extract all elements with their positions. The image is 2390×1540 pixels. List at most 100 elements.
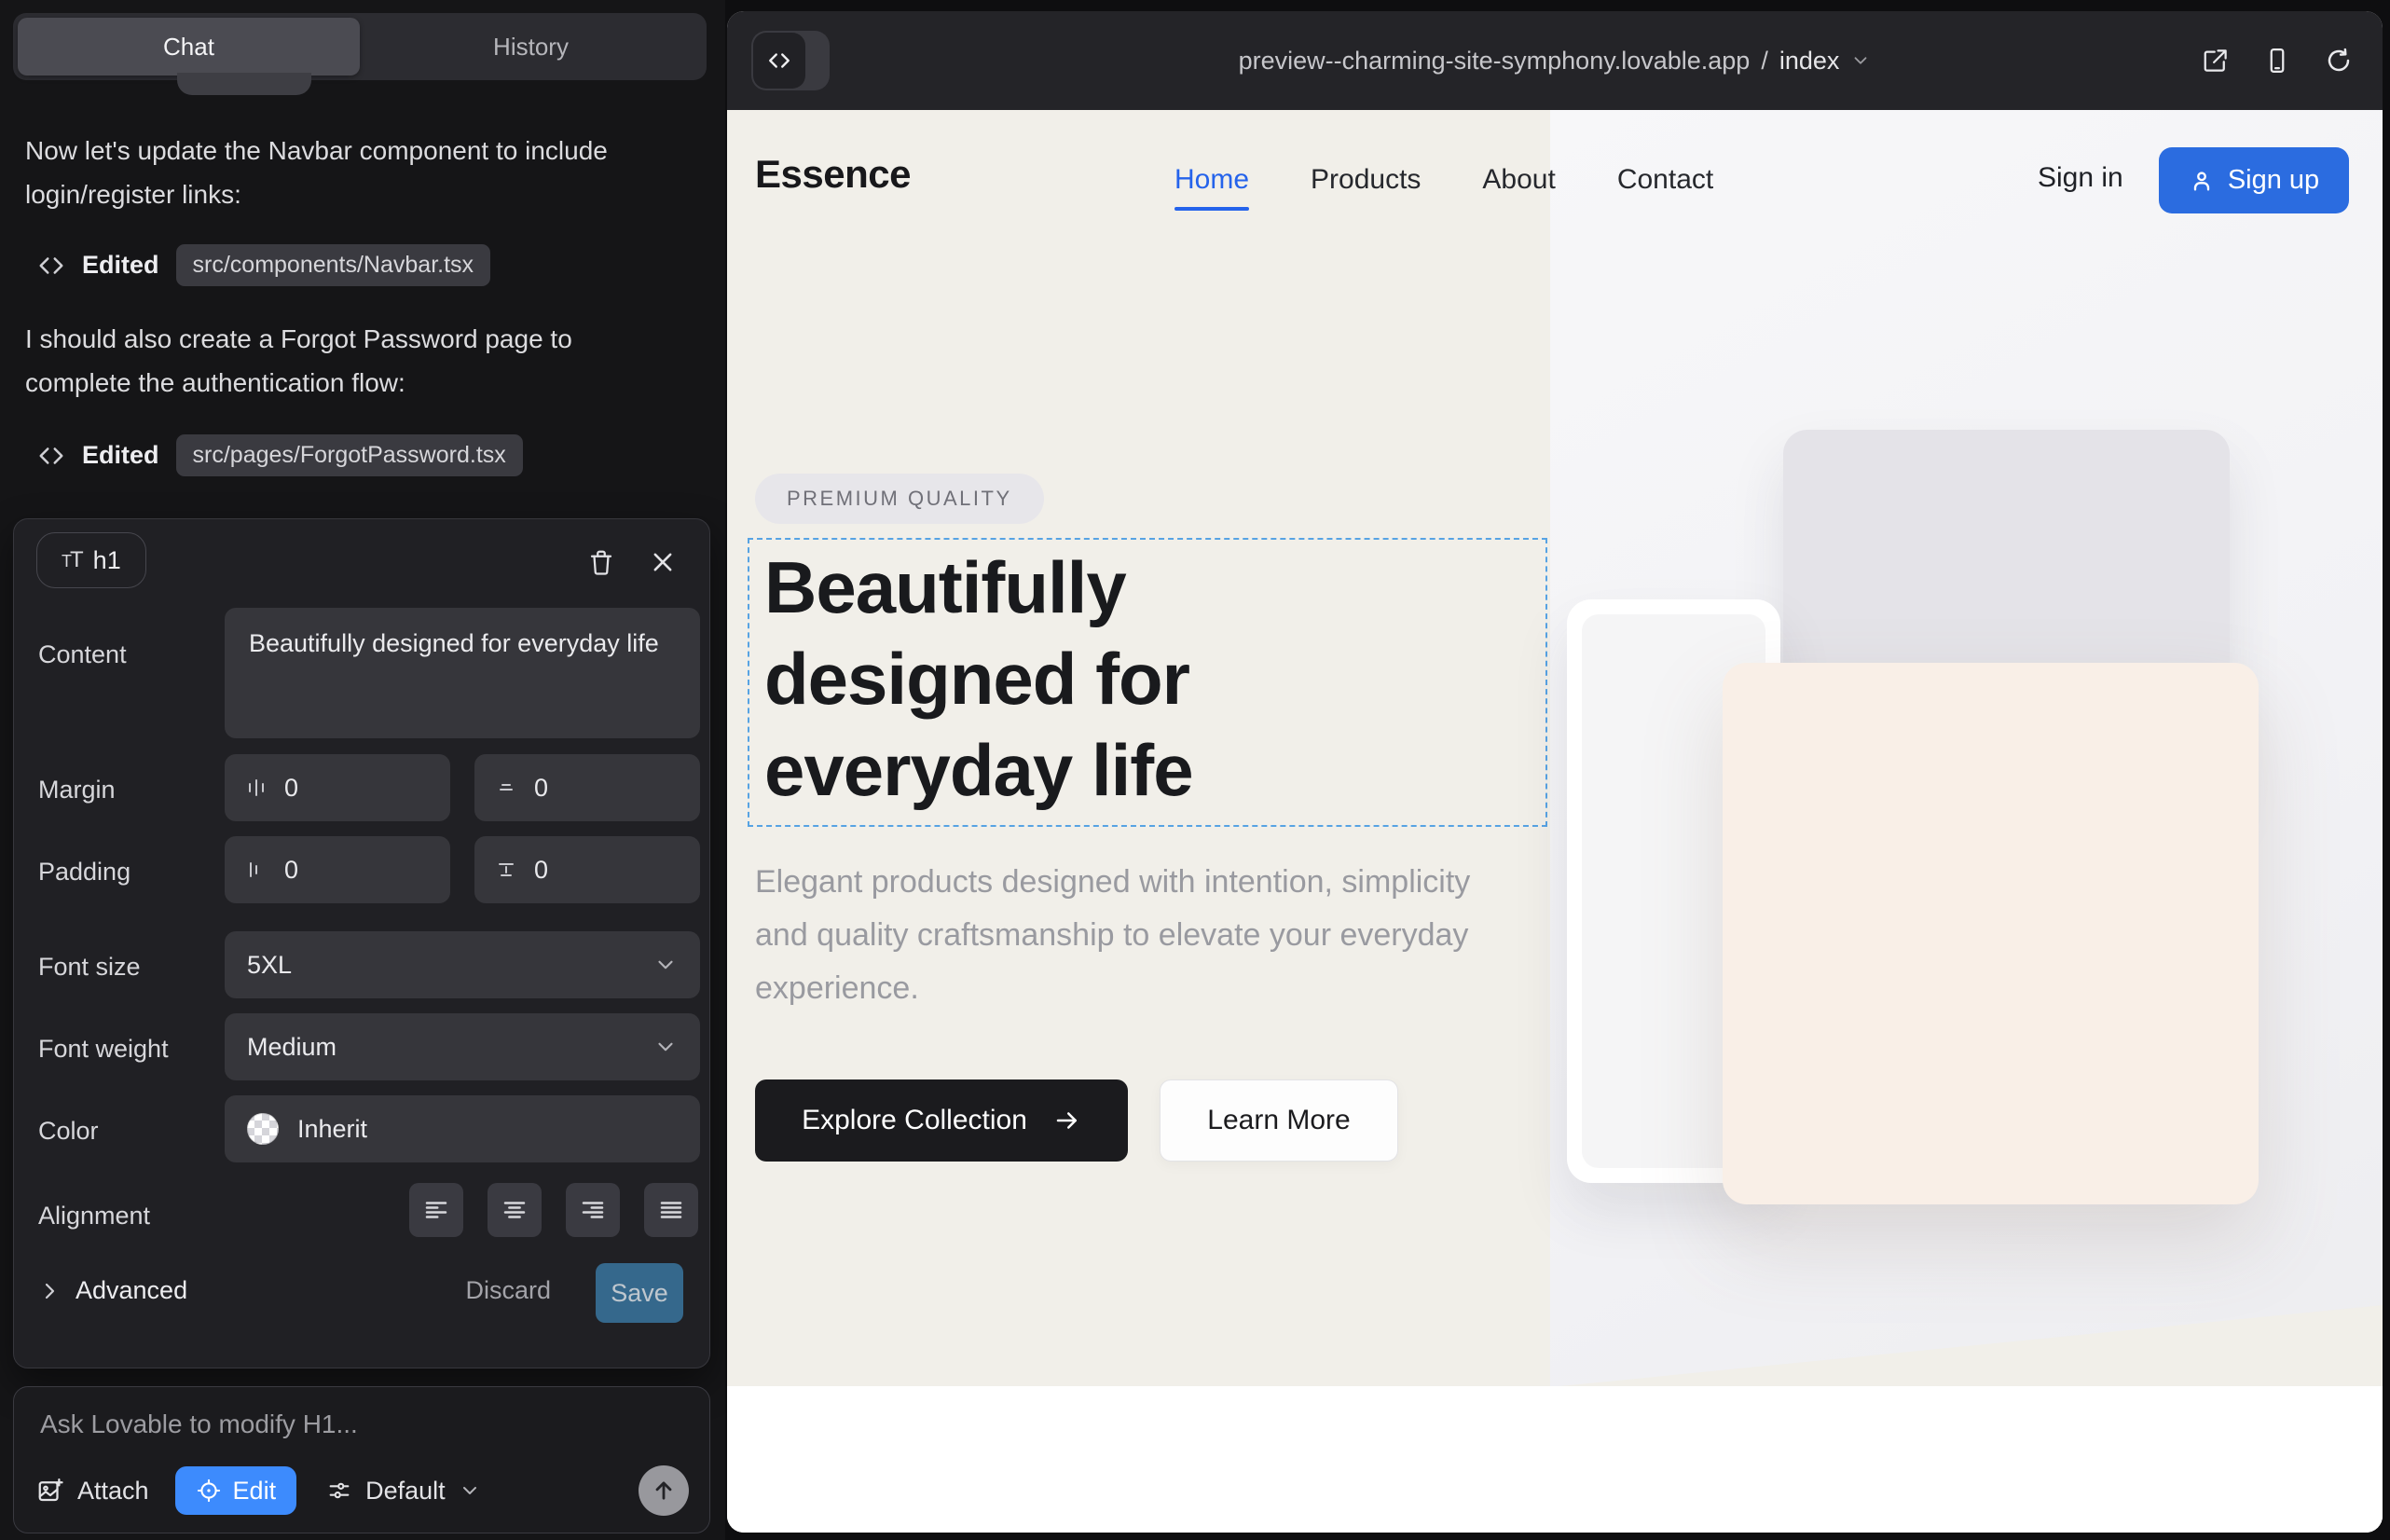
chevron-right-icon bbox=[38, 1280, 61, 1302]
element-tag-label: h1 bbox=[93, 546, 121, 575]
section-below-hero bbox=[727, 1386, 2383, 1533]
tab-history[interactable]: History bbox=[360, 18, 702, 76]
font-size-select[interactable]: 5XL bbox=[225, 931, 700, 998]
composer-toolbar: Attach Edit Default bbox=[36, 1464, 689, 1518]
file-path-chip[interactable]: src/pages/ForgotPassword.tsx bbox=[176, 434, 523, 476]
model-label: Default bbox=[365, 1477, 446, 1506]
color-swatch bbox=[247, 1113, 279, 1145]
url-domain: preview--charming-site-symphony.lovable.… bbox=[1239, 47, 1751, 76]
align-center-button[interactable] bbox=[488, 1183, 542, 1237]
content-label: Content bbox=[38, 640, 127, 669]
padding-y-input[interactable]: 0 bbox=[474, 836, 700, 903]
edited-label: Edited bbox=[82, 441, 159, 470]
save-button[interactable]: Save bbox=[596, 1263, 683, 1323]
edited-label: Edited bbox=[82, 251, 159, 280]
url-bar[interactable]: preview--charming-site-symphony.lovable.… bbox=[727, 11, 2383, 110]
browser-chrome: preview--charming-site-symphony.lovable.… bbox=[727, 11, 2383, 110]
color-value: Inherit bbox=[297, 1115, 367, 1144]
hero-cta-row: Explore Collection Learn More bbox=[755, 1079, 1398, 1162]
nav-link-contact[interactable]: Contact bbox=[1617, 164, 1713, 196]
arrow-right-icon bbox=[1053, 1107, 1081, 1134]
refresh-button[interactable] bbox=[2325, 47, 2353, 75]
learn-more-button[interactable]: Learn More bbox=[1160, 1079, 1398, 1162]
clipped-file-chip bbox=[177, 73, 311, 95]
sliders-icon bbox=[326, 1478, 352, 1504]
nav-link-about[interactable]: About bbox=[1482, 164, 1555, 196]
attach-button[interactable]: Attach bbox=[36, 1477, 149, 1506]
selected-element-outline[interactable]: Beautifully designed for everyday life bbox=[748, 538, 1547, 827]
chevron-down-icon bbox=[459, 1479, 481, 1502]
explore-collection-label: Explore Collection bbox=[802, 1105, 1027, 1136]
assistant-message: I should also create a Forgot Password p… bbox=[25, 317, 683, 405]
font-size-value: 5XL bbox=[247, 951, 292, 980]
sign-up-button[interactable]: Sign up bbox=[2159, 147, 2349, 213]
explore-collection-button[interactable]: Explore Collection bbox=[755, 1079, 1128, 1162]
model-selector[interactable]: Default bbox=[326, 1477, 481, 1506]
element-editor-panel: TT h1 Content Beautifully designed for e… bbox=[13, 518, 710, 1368]
decor-card-cream bbox=[1723, 663, 2259, 1204]
file-path-chip[interactable]: src/components/Navbar.tsx bbox=[176, 244, 491, 286]
chevron-down-icon bbox=[653, 1035, 678, 1059]
preview-window: preview--charming-site-symphony.lovable.… bbox=[727, 11, 2383, 1533]
align-left-button[interactable] bbox=[409, 1183, 463, 1237]
sign-up-label: Sign up bbox=[2228, 165, 2319, 196]
send-button[interactable] bbox=[639, 1465, 689, 1516]
assistant-message: Now let's update the Navbar component to… bbox=[25, 129, 683, 216]
edit-label: Edit bbox=[233, 1477, 277, 1506]
font-size-label: Font size bbox=[38, 953, 141, 982]
crosshair-icon bbox=[196, 1478, 222, 1504]
code-icon bbox=[37, 252, 65, 280]
nav-link-products[interactable]: Products bbox=[1311, 164, 1421, 196]
align-justify-button[interactable] bbox=[644, 1183, 698, 1237]
padding-x-value: 0 bbox=[284, 856, 298, 885]
margin-label: Margin bbox=[38, 776, 116, 804]
advanced-label: Advanced bbox=[76, 1276, 187, 1305]
delete-element-button[interactable] bbox=[583, 543, 620, 581]
align-right-button[interactable] bbox=[566, 1183, 620, 1237]
composer-input[interactable] bbox=[40, 1409, 674, 1439]
chevron-down-icon bbox=[1850, 50, 1871, 71]
code-icon bbox=[37, 442, 65, 470]
margin-x-value: 0 bbox=[284, 774, 298, 803]
padding-y-value: 0 bbox=[534, 856, 548, 885]
margin-y-value: 0 bbox=[534, 774, 548, 803]
hero-badge: PREMIUM QUALITY bbox=[755, 474, 1044, 524]
url-separator: / bbox=[1761, 47, 1768, 76]
site-nav: Home Products About Contact bbox=[1174, 151, 1713, 209]
browser-actions bbox=[2202, 11, 2353, 110]
edited-file-row[interactable]: Edited src/components/Navbar.tsx bbox=[37, 244, 490, 286]
selected-element-tag: TT h1 bbox=[36, 532, 146, 588]
margin-x-input[interactable]: 0 bbox=[225, 754, 450, 821]
site-logo[interactable]: Essence bbox=[755, 152, 911, 197]
open-external-button[interactable] bbox=[2202, 47, 2230, 75]
hero-heading[interactable]: Beautifully designed for everyday life bbox=[764, 542, 1380, 816]
close-editor-button[interactable] bbox=[644, 543, 681, 581]
url-page: index bbox=[1779, 47, 1840, 76]
font-weight-select[interactable]: Medium bbox=[225, 1013, 700, 1080]
color-select[interactable]: Inherit bbox=[225, 1095, 700, 1162]
sign-in-link[interactable]: Sign in bbox=[2038, 162, 2123, 194]
edit-mode-button[interactable]: Edit bbox=[175, 1466, 297, 1515]
chat-composer: Attach Edit Default bbox=[13, 1386, 710, 1533]
discard-button[interactable]: Discard bbox=[465, 1276, 551, 1305]
alignment-buttons bbox=[409, 1183, 698, 1237]
site-viewport: Essence Home Products About Contact Sign… bbox=[727, 110, 2383, 1533]
attach-image-icon bbox=[36, 1477, 64, 1505]
chat-history-tabs: Chat History bbox=[13, 13, 707, 80]
typography-icon: TT bbox=[62, 547, 82, 573]
tab-chat[interactable]: Chat bbox=[18, 18, 360, 76]
attach-label: Attach bbox=[77, 1477, 149, 1506]
hero-description: Elegant products designed with intention… bbox=[755, 856, 1501, 1015]
content-input[interactable]: Beautifully designed for everyday life bbox=[225, 608, 700, 738]
user-icon bbox=[2189, 168, 2215, 194]
padding-vertical-icon bbox=[495, 859, 517, 881]
advanced-toggle[interactable]: Advanced bbox=[38, 1276, 187, 1305]
padding-label: Padding bbox=[38, 858, 130, 887]
margin-vertical-icon bbox=[495, 777, 517, 799]
padding-x-input[interactable]: 0 bbox=[225, 836, 450, 903]
edited-file-row[interactable]: Edited src/pages/ForgotPassword.tsx bbox=[37, 434, 523, 476]
nav-link-home[interactable]: Home bbox=[1174, 164, 1249, 196]
mobile-view-button[interactable] bbox=[2263, 47, 2291, 75]
padding-horizontal-icon bbox=[245, 859, 268, 881]
margin-y-input[interactable]: 0 bbox=[474, 754, 700, 821]
